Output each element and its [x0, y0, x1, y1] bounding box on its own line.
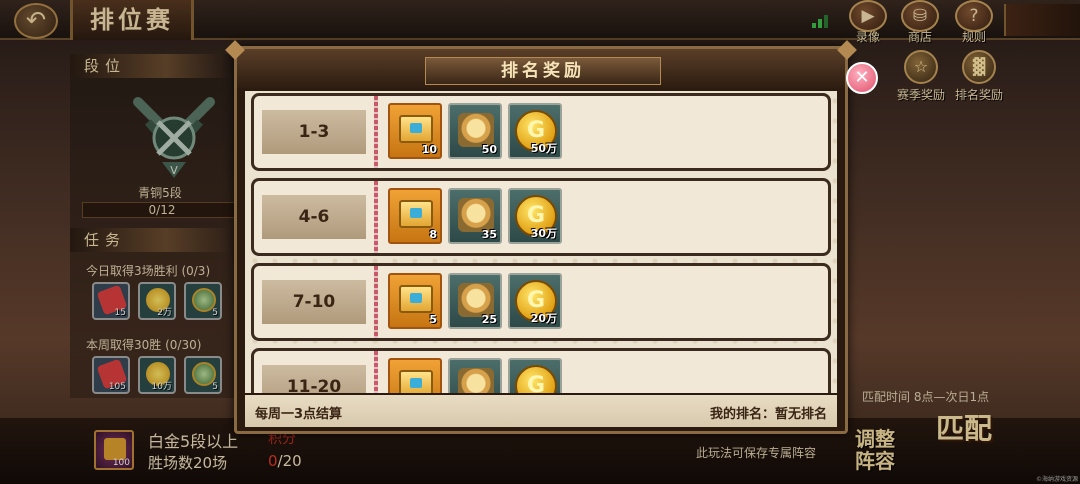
close-button[interactable]: ✕	[846, 62, 878, 94]
rank-range-label: 7-10	[262, 280, 366, 324]
puzzle-reward-slot[interactable]: 50	[448, 103, 502, 159]
row-divider	[374, 266, 378, 338]
row-divider	[374, 181, 378, 253]
chest-icon	[399, 115, 433, 143]
modal-footer: 每周一3点结算 我的排名：暂无排名	[245, 395, 837, 427]
chest-reward-slot[interactable]	[388, 358, 442, 393]
puzzle-piece-icon	[458, 283, 494, 317]
puzzle-reward-slot[interactable]	[448, 358, 502, 393]
chest-reward-slot[interactable]: 10	[388, 103, 442, 159]
puzzle-piece-icon	[458, 113, 494, 147]
reward-list[interactable]: 1-3 10 50 G 50万 4-6 8 35 G 30万 7-10 5 25…	[245, 91, 837, 393]
puzzle-piece-icon	[458, 368, 494, 393]
row-divider	[374, 96, 378, 168]
reward-row: 11-20 G	[251, 348, 831, 393]
rank-reward-modal: 排名奖励 1-3 10 50 G 50万 4-6 8 35 G 30万 7-10…	[225, 40, 857, 434]
chest-icon	[399, 285, 433, 313]
gold-reward-slot[interactable]: G 50万	[508, 103, 562, 159]
reward-row: 1-3 10 50 G 50万	[251, 93, 831, 171]
my-rank: 我的排名：暂无排名	[709, 407, 827, 422]
row-divider	[374, 351, 378, 393]
gold-reward-slot[interactable]: G 30万	[508, 188, 562, 244]
rank-range-label: 1-3	[262, 110, 366, 154]
chest-icon	[399, 200, 433, 228]
puzzle-reward-slot[interactable]: 35	[448, 188, 502, 244]
chest-reward-slot[interactable]: 5	[388, 273, 442, 329]
reward-row: 7-10 5 25 G 20万	[251, 263, 831, 341]
gold-reward-slot[interactable]: G 20万	[508, 273, 562, 329]
reward-row: 4-6 8 35 G 30万	[251, 178, 831, 256]
puzzle-piece-icon	[458, 198, 494, 232]
gold-reward-slot[interactable]: G	[508, 358, 562, 393]
close-x-icon: ✕	[854, 67, 870, 88]
rank-range-label: 11-20	[262, 365, 366, 393]
chest-icon	[399, 370, 433, 393]
puzzle-reward-slot[interactable]: 25	[448, 273, 502, 329]
modal-header: 排名奖励	[237, 49, 845, 89]
chest-reward-slot[interactable]: 8	[388, 188, 442, 244]
gold-coin-icon: G	[515, 365, 557, 393]
settlement-time: 每周一3点结算	[255, 407, 343, 422]
rank-range-label: 4-6	[262, 195, 366, 239]
modal-title: 排名奖励	[425, 57, 661, 85]
